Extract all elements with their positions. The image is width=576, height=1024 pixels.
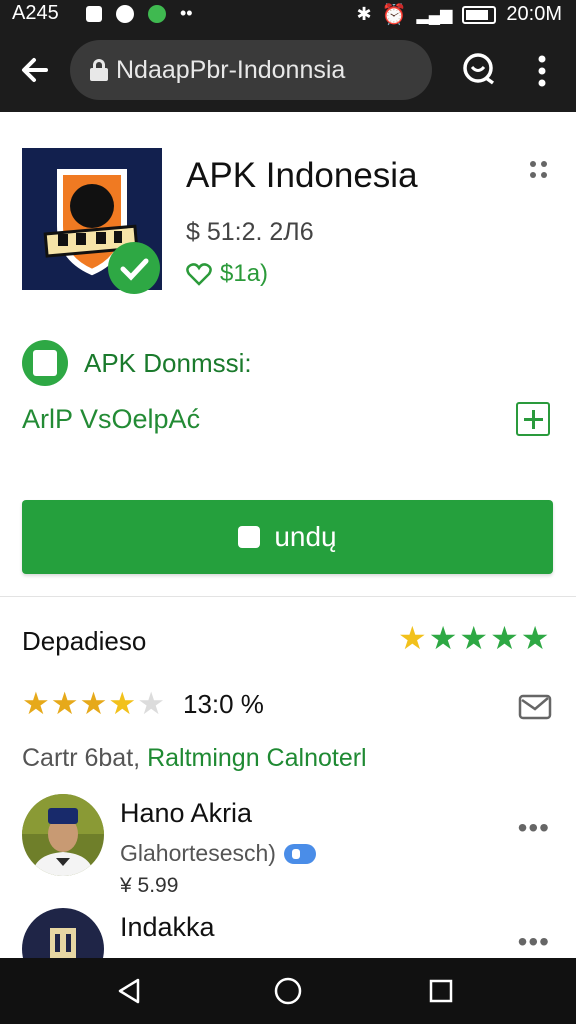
ratings-section: Depadieso ★ ★ ★ ★ ★ ★ ★ ★ ★ ★ 13:0 % Car… [0, 598, 576, 990]
reviewer-subtitle: Glahortesesch) [120, 840, 316, 867]
more-options-icon[interactable] [528, 158, 550, 182]
lock-icon [90, 59, 108, 81]
chat-icon[interactable] [462, 52, 496, 86]
verified-check-icon [108, 242, 160, 294]
app-title: APK Indonesia [186, 156, 418, 195]
alarm-icon: ⏰ [381, 4, 407, 26]
nav-back-icon[interactable] [114, 976, 144, 1006]
notification-app-icon [86, 5, 102, 22]
star-icon: ★ [428, 620, 458, 656]
rating-stars: ★ ★ ★ ★ ★ [22, 688, 165, 720]
rating-row: ★ ★ ★ ★ ★ 13:0 % [22, 688, 264, 720]
url-text: NdaapPbr-Indonnsia [116, 55, 346, 84]
install-button[interactable]: undų [22, 500, 553, 574]
app-price: $ 51:2. 2Л6 [186, 218, 314, 246]
notification-circle-icon [116, 4, 134, 23]
back-arrow-icon[interactable] [16, 50, 56, 90]
install-label: undų [274, 521, 337, 552]
star-icon: ★ [490, 620, 519, 656]
likes-count: $1a) [220, 260, 269, 287]
empty-star-icon: ★ [137, 686, 165, 721]
more-options-icon[interactable]: ••• [518, 926, 550, 958]
reviewer-name: Hano Akria [120, 798, 253, 828]
avatar [22, 794, 104, 876]
app-likes[interactable]: $1a) [186, 260, 268, 288]
toggle-icon [283, 843, 316, 864]
shopping-bag-icon [238, 526, 261, 548]
system-nav-bar [0, 958, 576, 1024]
star-icon: ★ [459, 620, 489, 656]
system-icons: ✱ ⏰ ▂▄▆ 20:0M [356, 2, 562, 27]
status-clock: 20:0M [506, 3, 562, 25]
signal-icon: ▂▄▆ [416, 6, 453, 24]
star-icon: ★ [398, 620, 427, 656]
more-notifications-icon: •• [180, 3, 193, 23]
feedback-mail-icon[interactable] [518, 694, 552, 720]
section-title: Depadieso [22, 626, 147, 656]
status-time: A245 [12, 2, 59, 24]
star-icon: ★ [108, 686, 137, 721]
reviewer-subtitle-text: Glahortesesch) [120, 840, 276, 866]
rating-value: 13:0 % [182, 688, 264, 719]
developer-row[interactable]: APK Donmssi: [22, 340, 252, 386]
nav-home-icon[interactable] [273, 976, 303, 1006]
developer-icon [22, 340, 68, 386]
star-icon: ★ [520, 620, 550, 656]
overflow-menu-icon[interactable] [532, 52, 552, 90]
bluetooth-icon: ✱ [356, 4, 372, 24]
meta-prefix: Cartr 6bat, [22, 744, 141, 772]
battery-icon [462, 5, 497, 24]
address-bar[interactable]: NdaapPbr-Indonnsia [70, 40, 432, 100]
notification-green-icon [148, 4, 166, 23]
star-icon: ★ [22, 686, 50, 721]
star-icon: ★ [79, 686, 108, 721]
meta-link[interactable]: Raltmingn Calnoterl [147, 744, 367, 772]
review-price: ¥ 5.99 [120, 874, 179, 897]
meta-row: Cartr 6bat, Raltmingn Calnoterl [22, 744, 367, 773]
developer-name: APK Donmssi: [84, 347, 252, 378]
add-to-list-button[interactable] [516, 402, 550, 436]
app-card: APK Indonesia $ 51:2. 2Л6 $1a) APK Donms… [0, 118, 576, 597]
top-stars: ★ ★ ★ ★ ★ [398, 622, 549, 654]
status-bar: A245 •• ✱ ⏰ ▂▄▆ 20:0M [0, 0, 576, 30]
review-item[interactable]: Hano Akria Glahortesesch) ¥ 5.99 ••• [22, 794, 554, 897]
reviewer-name: Indakka [120, 912, 215, 942]
star-icon: ★ [50, 686, 79, 721]
notification-icons: •• [86, 3, 193, 24]
heart-icon [186, 263, 212, 286]
more-options-icon[interactable]: ••• [518, 812, 550, 844]
browser-toolbar: NdaapPbr-Indonnsia [0, 30, 576, 112]
nav-recents-icon[interactable] [428, 978, 454, 1004]
app-subtitle: ArlP VsOelpAć [22, 404, 201, 434]
